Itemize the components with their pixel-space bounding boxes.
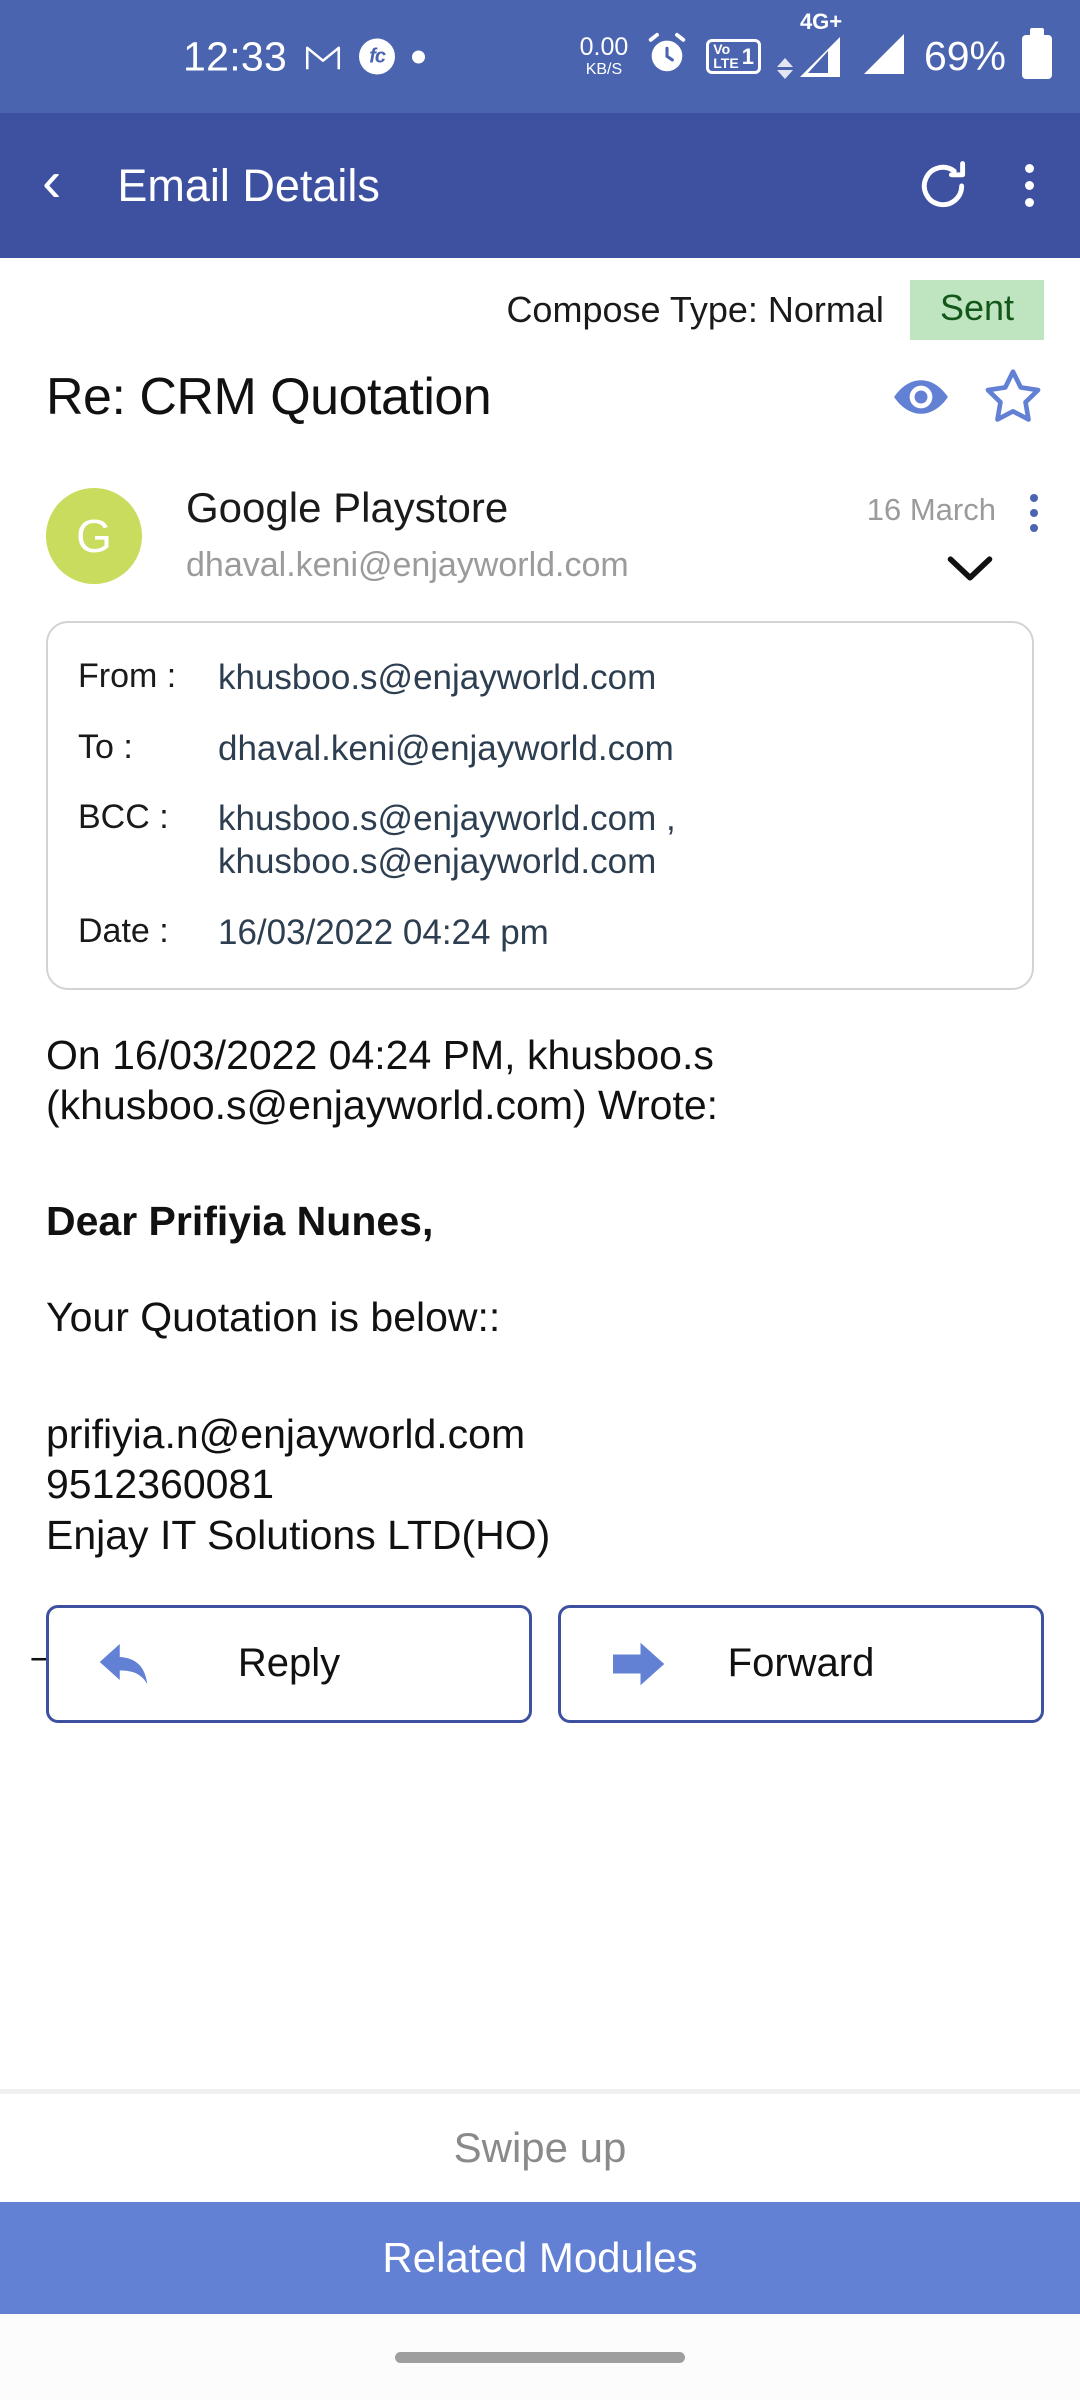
header-value: khusboo.s@enjayworld.com xyxy=(218,658,657,697)
app-bar: ‹ Email Details xyxy=(0,113,1080,258)
compose-type-row: Compose Type: Normal Sent xyxy=(0,258,1080,348)
mail-overflow-menu-icon[interactable] xyxy=(1024,492,1044,534)
avatar: G xyxy=(46,488,142,584)
dot-icon xyxy=(412,50,426,63)
header-row-date: Date : 16/03/2022 04:24 pm xyxy=(78,912,1002,955)
phone-screen: 12:33 fc 0.00 KB/S Vo LTE 1 4G+ 69% ‹ Em… xyxy=(0,0,1080,2400)
header-row-from: From : khusboo.s@enjayworld.com xyxy=(78,657,1002,700)
reply-arrow-icon xyxy=(95,1639,157,1689)
header-value: 16/03/2022 04:24 pm xyxy=(218,912,549,952)
signature-separator: -- xyxy=(30,1638,48,1675)
overflow-menu-icon[interactable] xyxy=(1015,158,1044,213)
battery-icon xyxy=(1022,34,1052,79)
network-speed-value: 0.00 xyxy=(579,33,629,61)
subject-row: Re: CRM Quotation xyxy=(0,348,1080,428)
sim-number: 1 xyxy=(741,43,754,69)
network-speed-indicator: 0.00 KB/S xyxy=(580,35,629,78)
header-key: From : xyxy=(78,657,177,695)
gesture-nav-bar xyxy=(0,2314,1080,2400)
sender-email: dhaval.keni@enjayworld.com xyxy=(186,546,629,585)
reply-label: Reply xyxy=(237,1641,341,1686)
header-value: dhaval.keni@enjayworld.com xyxy=(218,728,674,768)
body-intro: Your Quotation is below:: xyxy=(46,1294,501,1341)
bottom-sheet: Swipe up Related Modules xyxy=(0,2089,1080,2400)
back-chevron-icon[interactable]: ‹ xyxy=(36,152,75,219)
gesture-nav-pill[interactable] xyxy=(395,2351,685,2363)
sender-info: Google Playstore dhaval.keni@enjayworld.… xyxy=(142,484,867,585)
status-bar-right: 0.00 KB/S Vo LTE 1 4G+ 69% xyxy=(580,9,1052,82)
email-headers-card: From : khusboo.s@enjayworld.com To : dha… xyxy=(46,621,1034,991)
quote-header-line2: (khusboo.s@enjayworld.com) Wrote: xyxy=(46,1082,719,1129)
email-detail-content: Compose Type: Normal Sent Re: CRM Quotat… xyxy=(0,258,1080,2089)
sender-meta: 16 March xyxy=(867,484,1044,591)
status-badge: Sent xyxy=(909,280,1044,340)
network-speed-unit: KB/S xyxy=(585,61,623,78)
volte-icon: Vo LTE 1 xyxy=(706,39,761,74)
chevron-down-icon[interactable] xyxy=(944,552,996,591)
header-row-to: To : dhaval.keni@enjayworld.com xyxy=(78,728,1002,771)
fc-app-icon: fc xyxy=(359,38,396,75)
refresh-icon[interactable] xyxy=(915,158,971,214)
header-key: Date : xyxy=(78,911,169,950)
star-outline-icon[interactable] xyxy=(982,366,1044,428)
signature-phone: 9512360081 xyxy=(46,1461,275,1508)
sender-name: Google Playstore xyxy=(186,484,509,531)
header-key: BCC : xyxy=(78,798,169,837)
swipe-up-hint[interactable]: Swipe up xyxy=(0,2094,1080,2202)
related-modules-bar[interactable]: Related Modules xyxy=(0,2202,1080,2314)
network-type-label: 4G+ xyxy=(799,8,843,34)
body-greeting: Dear Prifiyia Nunes, xyxy=(46,1198,434,1245)
quote-header-line1: On 16/03/2022 04:24 PM, khusboo.s xyxy=(46,1032,714,1079)
header-value: khusboo.s@enjayworld.com , khusboo.s@enj… xyxy=(218,799,676,882)
forward-arrow-icon xyxy=(607,1639,669,1689)
signal-indicator-2 xyxy=(860,32,908,81)
email-date: 16 March xyxy=(866,492,996,527)
status-clock: 12:33 xyxy=(183,33,288,79)
battery-percent: 69% xyxy=(923,33,1006,79)
email-body: On 16/03/2022 04:24 PM, khusboo.s (khusb… xyxy=(0,990,1080,1561)
sender-row: G Google Playstore dhaval.keni@enjayworl… xyxy=(0,428,1080,591)
header-row-bcc: BCC : khusboo.s@enjayworld.com , khusboo… xyxy=(78,798,1002,883)
compose-type-label: Compose Type: Normal xyxy=(506,289,884,330)
volte-lte-text: LTE xyxy=(713,54,739,71)
alarm-icon xyxy=(644,31,690,82)
data-transfer-icon xyxy=(776,57,793,79)
signal-indicator-1: 4G+ xyxy=(776,9,844,79)
status-bar-left: 12:33 fc xyxy=(183,33,426,80)
email-subject: Re: CRM Quotation xyxy=(46,368,492,426)
status-bar: 12:33 fc 0.00 KB/S Vo LTE 1 4G+ 69% xyxy=(0,0,1080,113)
header-key: To : xyxy=(78,727,133,766)
signature-email: prifiyia.n@enjayworld.com xyxy=(46,1410,526,1457)
reply-button[interactable]: Reply xyxy=(46,1604,532,1723)
eye-icon[interactable] xyxy=(890,366,952,428)
signature-company: Enjay IT Solutions LTD(HO) xyxy=(46,1512,551,1559)
forward-label: Forward xyxy=(727,1641,875,1686)
page-title: Email Details xyxy=(117,159,380,211)
action-buttons-row: -- Reply Forward xyxy=(0,1561,1080,1723)
gmail-icon xyxy=(304,42,342,72)
forward-button[interactable]: Forward xyxy=(558,1604,1044,1723)
